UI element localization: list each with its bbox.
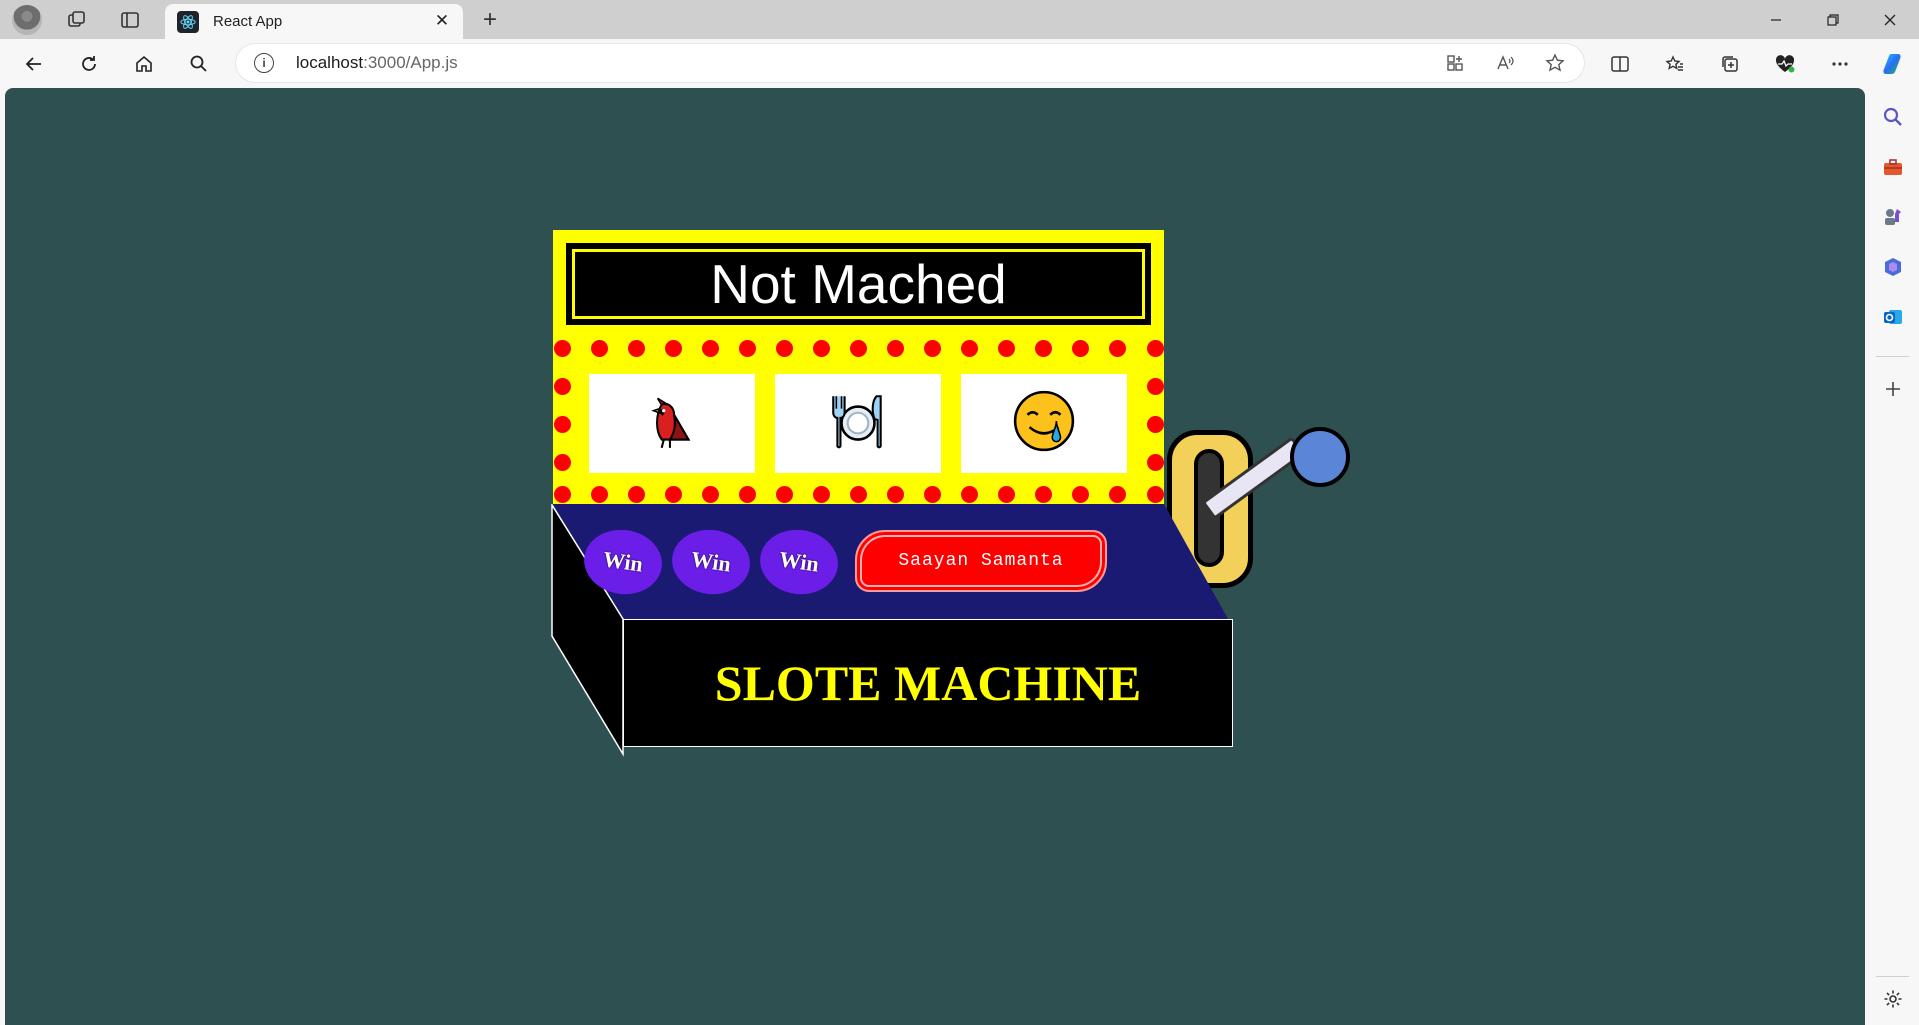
restore-icon[interactable]: [1810, 4, 1856, 36]
marquee-light: [775, 485, 793, 503]
marquee-light: [1146, 415, 1164, 433]
browser-toolbar: i localhost:3000/App.js: [0, 39, 1919, 88]
marquee-light: [590, 339, 608, 357]
site-info-icon[interactable]: i: [254, 53, 274, 73]
tab-actions-icon[interactable]: [116, 6, 144, 34]
edge-sidebar: [1866, 88, 1919, 1025]
marquee-light: [924, 339, 942, 357]
page-viewport: Not Mached Win Win Win Saayan Samanta SL…: [5, 88, 1865, 1025]
refresh-icon[interactable]: [73, 48, 105, 80]
fork-knife-plate-icon: [825, 388, 891, 459]
marquee-light: [1035, 485, 1053, 503]
search-icon[interactable]: [183, 48, 215, 80]
marquee-light: [1146, 339, 1164, 357]
marquee-light: [664, 339, 682, 357]
back-icon[interactable]: [18, 48, 50, 80]
marquee-light: [1035, 339, 1053, 357]
reel-3: [961, 374, 1127, 473]
add-sidebar-app-icon[interactable]: [1878, 374, 1908, 404]
machine-title: SLOTE MACHINE: [714, 655, 1142, 711]
tools-briefcase-icon[interactable]: [1878, 152, 1908, 182]
react-logo-icon: [177, 10, 199, 33]
marquee-light: [664, 485, 682, 503]
marquee-light: [887, 339, 905, 357]
browser-essentials-icon[interactable]: [1769, 48, 1801, 80]
sidebar-separator-bottom: [1876, 976, 1909, 977]
collections-icon[interactable]: [1714, 48, 1746, 80]
marquee-light: [850, 339, 867, 357]
cardinal-bird-icon: [639, 388, 705, 459]
marquee-light: [998, 339, 1016, 357]
marquee-light: [775, 339, 793, 357]
active-tab[interactable]: React App ✕: [165, 4, 463, 39]
name-button[interactable]: Saayan Samanta: [855, 530, 1107, 592]
marquee-light: [701, 339, 719, 357]
reel-1: [589, 374, 755, 473]
smiling-face-with-tear-icon: [1011, 388, 1077, 459]
reel-panel: [553, 338, 1164, 504]
marquee-light: [627, 485, 645, 503]
url-text[interactable]: localhost:3000/App.js: [296, 53, 458, 73]
close-window-icon[interactable]: [1867, 4, 1913, 36]
sidebar-search-icon[interactable]: [1878, 102, 1908, 132]
marquee-light: [924, 485, 942, 503]
marquee-light: [590, 485, 608, 503]
marquee-light: [1146, 453, 1164, 471]
outlook-icon[interactable]: [1878, 302, 1908, 332]
machine-front-panel: SLOTE MACHINE: [623, 619, 1233, 747]
marquee-light: [961, 339, 979, 357]
tab-title: React App: [213, 13, 283, 30]
favorites-icon[interactable]: [1659, 48, 1691, 80]
apps-icon[interactable]: [1441, 49, 1469, 77]
marquee-light: [1109, 485, 1127, 503]
new-tab-icon[interactable]: +: [476, 6, 504, 34]
close-tab-icon[interactable]: ✕: [429, 8, 455, 34]
more-options-icon[interactable]: [1824, 48, 1856, 80]
marquee-light: [1109, 339, 1127, 357]
marquee-light: [850, 485, 867, 503]
marquee-light: [1146, 485, 1164, 503]
sidebar-separator: [1876, 356, 1909, 357]
url-path: :3000/App.js: [363, 53, 458, 72]
marquee-light: [553, 415, 571, 433]
marquee-light: [553, 339, 571, 357]
marquee-light: [553, 485, 571, 503]
url-host: localhost: [296, 53, 364, 72]
marquee-light: [1146, 377, 1164, 395]
result-display: Not Mached: [562, 239, 1155, 329]
marquee: Not Mached: [553, 230, 1164, 338]
marquee-light: [701, 485, 719, 503]
read-aloud-icon[interactable]: [1491, 49, 1519, 77]
result-text: Not Mached: [710, 253, 1007, 315]
address-bar[interactable]: i localhost:3000/App.js: [236, 44, 1584, 82]
marquee-light: [553, 453, 571, 471]
home-icon[interactable]: [128, 48, 160, 80]
split-screen-icon[interactable]: [1604, 48, 1636, 80]
reel-2: [775, 374, 941, 473]
favorite-star-icon[interactable]: [1541, 49, 1569, 77]
marquee-light: [1072, 339, 1090, 357]
games-icon[interactable]: [1878, 202, 1908, 232]
office-icon[interactable]: [1878, 252, 1908, 282]
marquee-light: [553, 377, 571, 395]
marquee-light: [738, 339, 756, 357]
marquee-light: [812, 485, 830, 503]
workspaces-icon[interactable]: [63, 6, 91, 34]
minimize-icon[interactable]: [1753, 4, 1799, 36]
lever-knob[interactable]: [1290, 427, 1350, 487]
copilot-icon[interactable]: [1877, 48, 1909, 80]
marquee-light: [1072, 485, 1090, 503]
slot-machine: Not Mached Win Win Win Saayan Samanta SL…: [548, 230, 1350, 870]
marquee-light: [887, 485, 905, 503]
marquee-light: [627, 339, 645, 357]
tab-strip: React App ✕ +: [0, 0, 1919, 39]
marquee-light: [738, 485, 756, 503]
settings-gear-icon[interactable]: [1878, 984, 1908, 1014]
marquee-light: [961, 485, 979, 503]
marquee-light: [812, 339, 830, 357]
marquee-light: [998, 485, 1016, 503]
machine-deck: Win Win Win Saayan Samanta SLOTE MACHINE: [548, 504, 1348, 774]
profile-avatar[interactable]: [12, 5, 42, 35]
